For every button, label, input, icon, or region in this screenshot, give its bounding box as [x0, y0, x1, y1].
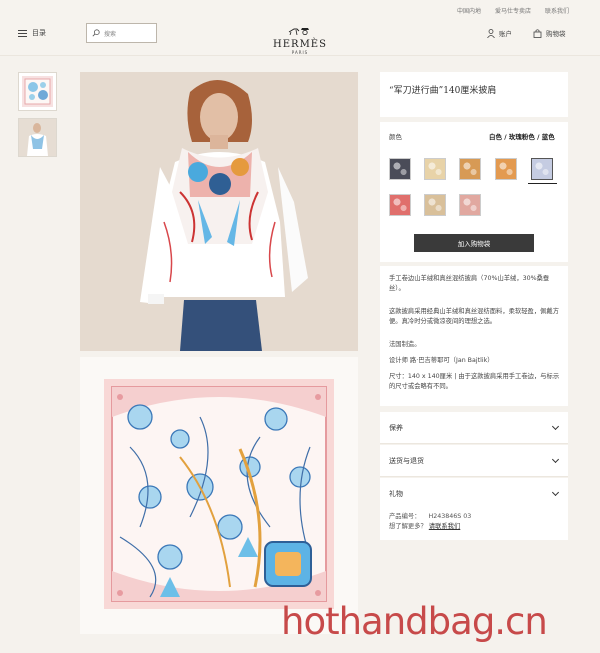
thumbnail-model[interactable] — [18, 118, 57, 157]
accordion-care-label: 保养 — [389, 423, 403, 432]
color-swatch[interactable] — [389, 194, 411, 216]
shopping-bag-icon — [533, 28, 542, 38]
accordion-delivery[interactable]: 送货与退货 — [380, 445, 568, 477]
hamburger-icon — [18, 29, 27, 37]
product-reference: 产品编号： H243846S 03 — [389, 511, 471, 520]
account-button[interactable]: 账户 — [487, 28, 512, 38]
help-text: 想了解更多？ — [389, 523, 427, 530]
thumbnail-scarf[interactable] — [18, 72, 57, 111]
color-swatch[interactable] — [495, 158, 517, 180]
search-icon — [92, 29, 100, 37]
reference-value: H243846S 03 — [428, 513, 472, 520]
product-image-model — [80, 72, 358, 351]
carriage-logo-icon — [288, 28, 309, 36]
selected-swatch-underline — [528, 183, 557, 184]
chevron-down-icon — [551, 422, 560, 430]
help-line: 想了解更多？ 请联系我们 — [389, 521, 460, 530]
logo-subtitle: PARIS — [291, 50, 309, 55]
color-swatch[interactable] — [389, 158, 411, 180]
chevron-down-icon — [551, 488, 560, 496]
color-swatch-selected[interactable] — [531, 158, 553, 180]
reference-label: 产品编号： — [389, 513, 421, 520]
menu-button[interactable]: 目录 — [18, 28, 46, 38]
description-designer: 设计师 路·巴吉蒂耶可（Jan Bajtlik） — [389, 357, 494, 364]
account-label: 账户 — [499, 30, 512, 38]
color-swatches — [389, 158, 561, 220]
product-title-card: “军刀进行曲”140厘米披肩 — [380, 72, 568, 117]
description-details: 这款披肩采用经典山羊绒和真丝混纺面料，柔软轻盈，佩戴方便。真冷时分或微凉夜间的理… — [389, 308, 560, 325]
contact-link[interactable]: 联系我们 — [545, 6, 569, 15]
add-to-cart-button[interactable]: 加入购物袋 — [414, 234, 534, 252]
stores-link[interactable]: 爱马仕专卖店 — [495, 6, 531, 15]
color-swatch[interactable] — [459, 158, 481, 180]
cart-button[interactable]: 购物袋 — [533, 28, 566, 38]
accordion-delivery-label: 送货与退货 — [389, 456, 424, 465]
scarf-photo — [80, 357, 358, 634]
color-swatch[interactable] — [424, 194, 446, 216]
model-photo — [80, 72, 358, 351]
logo-wordmark: HERMÈS — [273, 39, 327, 50]
product-title: “军刀进行曲”140厘米披肩 — [389, 86, 497, 96]
accordion-gift-label: 礼物 — [389, 489, 403, 498]
model-thumbnail-image — [19, 119, 56, 156]
search-input[interactable]: 搜索 — [86, 23, 157, 43]
product-image-scarf — [80, 357, 358, 634]
color-swatch[interactable] — [424, 158, 446, 180]
description-origin: 法国制造。 — [389, 341, 421, 348]
description-size: 尺寸：140 x 140厘米 | 由于这款披肩采用手工卷边，与标示的尺寸或会略有… — [389, 373, 560, 390]
color-label: 颜色 — [389, 133, 402, 141]
cart-label: 购物袋 — [546, 30, 566, 38]
search-placeholder: 搜索 — [104, 30, 117, 38]
menu-label: 目录 — [32, 29, 46, 37]
user-icon — [487, 28, 495, 38]
region-link[interactable]: 中国内地 — [457, 6, 481, 15]
contact-us-link[interactable]: 请联系我们 — [429, 523, 460, 530]
brand-logo[interactable]: HERMÈS PARIS — [270, 20, 330, 55]
color-value: 白色 / 玫瑰粉色 / 蓝色 — [489, 133, 555, 141]
scarf-thumbnail-image — [22, 76, 53, 107]
chevron-down-icon — [551, 455, 560, 463]
watermark-text: hothandbag.cn — [281, 600, 548, 643]
description-composition: 手工卷边山羊绒和真丝混纺披肩（70%山羊绒，30%桑蚕丝）。 — [389, 275, 550, 292]
accordion-care[interactable]: 保养 — [380, 412, 568, 444]
color-swatch[interactable] — [459, 194, 481, 216]
